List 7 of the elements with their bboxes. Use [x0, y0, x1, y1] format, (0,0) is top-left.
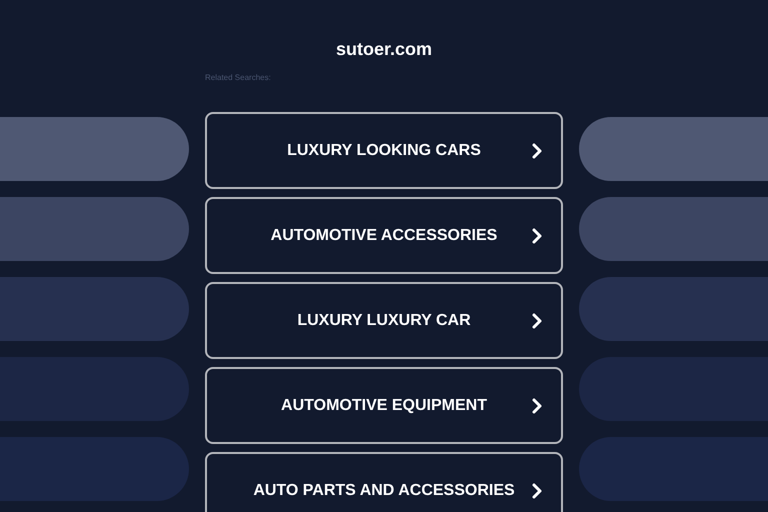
search-link[interactable]: LUXURY LOOKING CARS	[205, 112, 563, 189]
related-searches-label: Related Searches:	[205, 72, 271, 84]
search-link[interactable]: AUTOMOTIVE ACCESSORIES	[205, 197, 563, 274]
search-link[interactable]: LUXURY LUXURY CAR	[205, 282, 563, 359]
search-link[interactable]: AUTO PARTS AND ACCESSORIES	[205, 452, 563, 512]
search-link[interactable]: AUTOMOTIVE EQUIPMENT	[205, 367, 563, 444]
site-title: sutoer.com	[336, 38, 432, 61]
